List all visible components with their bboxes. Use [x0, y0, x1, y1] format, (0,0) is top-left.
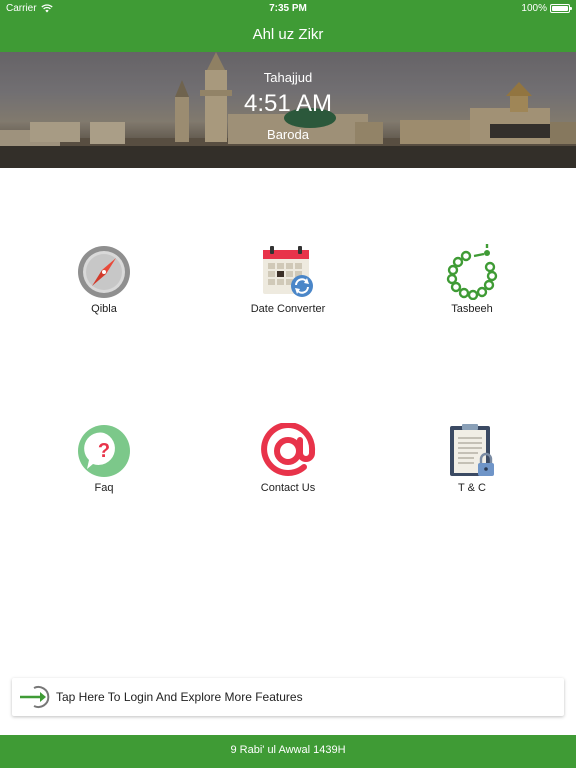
- login-arrow-icon: [20, 686, 50, 708]
- qibla-label: Qibla: [91, 303, 117, 315]
- battery-info: 100%: [521, 3, 572, 14]
- at-sign-icon: [261, 423, 316, 477]
- battery-percent: 100%: [521, 3, 547, 14]
- city-name: Baroda: [267, 127, 309, 142]
- prayer-time: 4:51 AM: [243, 90, 333, 117]
- contact-us-tile[interactable]: Contact Us: [213, 423, 363, 494]
- contact-us-label: Contact Us: [260, 482, 316, 494]
- status-time: 7:35 PM: [269, 3, 307, 14]
- date-converter-tile[interactable]: Date Converter: [213, 244, 363, 315]
- app-title: Ahl uz Zikr: [252, 26, 324, 43]
- battery-icon: [550, 4, 572, 13]
- faq-label: Faq: [94, 482, 114, 494]
- login-prompt-text: Tap Here To Login And Explore More Featu…: [56, 690, 303, 704]
- prayer-banner: Tahajjud 4:51 AM Baroda: [0, 52, 576, 168]
- app-screen: Carrier 7:35 PM 100% Ahl uz Zikr Tahajju…: [0, 0, 576, 768]
- tasbeeh-label: Tasbeeh: [451, 303, 493, 315]
- prayer-beads-icon: [446, 244, 498, 300]
- login-prompt-button[interactable]: Tap Here To Login And Explore More Featu…: [12, 678, 564, 716]
- hijri-date-bar: 9 Rabi' ul Awwal 1439H: [0, 735, 576, 768]
- svg-text:?: ?: [98, 440, 110, 462]
- tasbeeh-tile[interactable]: Tasbeeh: [397, 244, 547, 315]
- status-bar: Carrier 7:35 PM 100%: [0, 0, 576, 18]
- hijri-date: 9 Rabi' ul Awwal 1439H: [230, 744, 346, 756]
- qibla-tile[interactable]: Qibla: [29, 244, 179, 315]
- clipboard-lock-icon: [450, 424, 494, 476]
- terms-label: T & C: [458, 482, 486, 494]
- calendar-sync-icon: [263, 246, 313, 297]
- nav-bar: Ahl uz Zikr: [0, 18, 576, 52]
- compass-icon: [78, 246, 130, 298]
- terms-tile[interactable]: T & C: [397, 423, 547, 494]
- faq-tile[interactable]: ? Faq: [29, 423, 179, 494]
- question-bubble-icon: ?: [78, 425, 130, 477]
- prayer-name: Tahajjud: [263, 70, 313, 85]
- date-converter-label: Date Converter: [250, 303, 326, 315]
